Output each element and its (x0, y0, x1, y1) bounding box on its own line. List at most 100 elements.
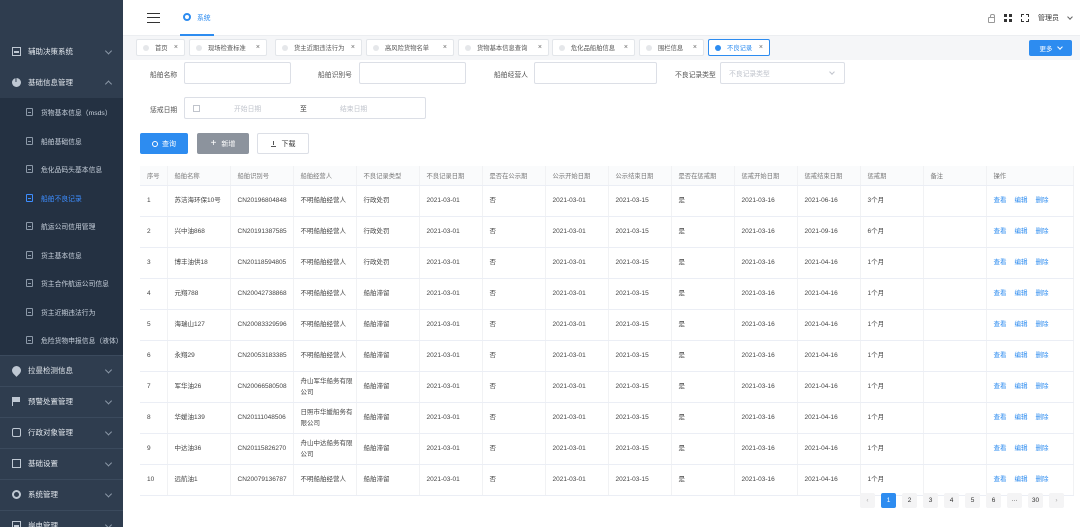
tab-2[interactable]: 货主近期违法行为 × (275, 39, 362, 56)
system-tab[interactable]: 系统 (180, 0, 214, 36)
sidebar-group-1[interactable]: 基础信息管理 (0, 67, 123, 98)
sidebar-subitem-3[interactable]: 船舶不良记录 (0, 184, 123, 213)
edit-link[interactable]: 编辑 (1015, 197, 1028, 204)
column-header: 船舶识别号 (230, 166, 294, 186)
sidebar-group-4[interactable]: 行政对象管理 (0, 416, 123, 448)
sidebar-subitem-0[interactable]: 货物基本信息（msds） (0, 98, 123, 127)
tab-3[interactable]: 高风险货物名单 × (366, 39, 454, 56)
chevron-down-icon[interactable] (1067, 13, 1073, 20)
record-type-select[interactable]: 不良记录类型 (720, 62, 845, 84)
close-icon[interactable]: × (443, 44, 447, 51)
search-button[interactable]: 查询 (140, 133, 188, 154)
sidebar-subitem-1[interactable]: 船舶基础信息 (0, 127, 123, 156)
view-link[interactable]: 查看 (994, 197, 1007, 204)
tab-1[interactable]: 现场检查标准 × (189, 39, 267, 56)
page-button[interactable]: 5 (965, 493, 980, 508)
delete-link[interactable]: 删除 (1036, 383, 1049, 390)
date-range-picker[interactable]: 开始日期 至 结束日期 (184, 97, 426, 119)
page-button[interactable]: 2 (902, 493, 917, 508)
start-date-placeholder[interactable]: 开始日期 (234, 103, 300, 113)
table-cell: 不明船舶经营人 (293, 185, 357, 217)
ship-id-input[interactable] (359, 62, 466, 84)
edit-link[interactable]: 编辑 (1015, 259, 1028, 266)
delete-link[interactable]: 删除 (1036, 197, 1049, 204)
page-button[interactable]: 1 (881, 493, 896, 508)
tab-6[interactable]: 围栏信息 × (639, 39, 704, 56)
sidebar-subitem-4[interactable]: 航运公司信用管理 (0, 212, 123, 241)
view-link[interactable]: 查看 (994, 383, 1007, 390)
page-button[interactable]: 4 (944, 493, 959, 508)
edit-link[interactable]: 编辑 (1015, 290, 1028, 297)
sidebar-group-5[interactable]: 基础设置 (0, 447, 123, 479)
edit-link[interactable]: 编辑 (1015, 352, 1028, 359)
prev-page-button[interactable]: ‹ (860, 493, 875, 508)
ship-name-input[interactable] (184, 62, 291, 84)
close-icon[interactable]: × (538, 44, 542, 51)
sidebar-subitem-2[interactable]: 危化品码头基本信息 (0, 155, 123, 184)
page-button[interactable]: 30 (1028, 493, 1043, 508)
tab-5[interactable]: 危化品船舶信息 × (552, 39, 635, 56)
close-icon[interactable]: × (174, 44, 178, 51)
lock-icon[interactable] (988, 13, 995, 23)
table-cell: 2021-03-15 (608, 247, 672, 279)
edit-link[interactable]: 编辑 (1015, 445, 1028, 452)
edit-link[interactable]: 编辑 (1015, 383, 1028, 390)
download-button[interactable]: 下载 (257, 133, 309, 154)
operator-input[interactable] (534, 62, 657, 84)
sidebar-group-6[interactable]: 系统管理 (0, 478, 123, 510)
view-link[interactable]: 查看 (994, 352, 1007, 359)
sidebar-group-7[interactable]: 岸电管理 (0, 509, 123, 527)
delete-link[interactable]: 删除 (1036, 321, 1049, 328)
apps-icon[interactable] (1004, 14, 1012, 22)
delete-link[interactable]: 删除 (1036, 352, 1049, 359)
sidebar-group-label: 岸电管理 (28, 521, 58, 527)
page-button[interactable]: 6 (986, 493, 1001, 508)
close-icon[interactable]: × (759, 44, 763, 51)
sidebar-subitem-7[interactable]: 货主近期违法行为 (0, 298, 123, 327)
user-name[interactable]: 管理员 (1038, 13, 1059, 23)
view-link[interactable]: 查看 (994, 259, 1007, 266)
edit-link[interactable]: 编辑 (1015, 228, 1028, 235)
column-header: 船舶名称 (167, 166, 231, 186)
next-page-button[interactable]: › (1049, 493, 1064, 508)
sidebar-subitem-label: 船舶不良记录 (41, 195, 82, 203)
actions-cell: 查看 编辑 删除 (986, 247, 1074, 279)
delete-link[interactable]: 删除 (1036, 476, 1049, 483)
fullscreen-icon[interactable] (1021, 14, 1029, 22)
edit-link[interactable]: 编辑 (1015, 476, 1028, 483)
delete-link[interactable]: 删除 (1036, 414, 1049, 421)
sidebar-group-3[interactable]: 预警处置管理 (0, 385, 123, 417)
edit-link[interactable]: 编辑 (1015, 321, 1028, 328)
close-icon[interactable]: × (624, 44, 628, 51)
tab-7[interactable]: 不良记录 × (708, 39, 770, 56)
sidebar-subitem-6[interactable]: 货主合作航运公司信息 (0, 269, 123, 298)
sidebar-subitem-5[interactable]: 货主基本信息 (0, 241, 123, 270)
table-cell: CN20066580508 (230, 371, 294, 403)
document-icon (26, 336, 33, 345)
sidebar-group-0[interactable]: 辅助决策系统 (0, 36, 123, 67)
page-button[interactable]: 3 (923, 493, 938, 508)
view-link[interactable]: 查看 (994, 228, 1007, 235)
page-button[interactable]: ··· (1007, 493, 1022, 508)
edit-link[interactable]: 编辑 (1015, 414, 1028, 421)
menu-toggle-icon[interactable] (147, 12, 160, 23)
end-date-placeholder[interactable]: 结束日期 (340, 103, 367, 113)
view-link[interactable]: 查看 (994, 445, 1007, 452)
add-button[interactable]: + 新增 (197, 133, 249, 154)
delete-link[interactable]: 删除 (1036, 445, 1049, 452)
view-link[interactable]: 查看 (994, 414, 1007, 421)
delete-link[interactable]: 删除 (1036, 259, 1049, 266)
close-icon[interactable]: × (351, 44, 355, 51)
delete-link[interactable]: 删除 (1036, 228, 1049, 235)
tab-0[interactable]: 首页 × (136, 39, 185, 56)
sidebar-subitem-8[interactable]: 危险货物申报信息（液体） (0, 326, 123, 355)
view-link[interactable]: 查看 (994, 321, 1007, 328)
tab-4[interactable]: 货物基本信息查询 × (458, 39, 549, 56)
more-button[interactable]: 更多 (1029, 40, 1072, 56)
close-icon[interactable]: × (693, 44, 697, 51)
view-link[interactable]: 查看 (994, 476, 1007, 483)
view-link[interactable]: 查看 (994, 290, 1007, 297)
sidebar-group-2[interactable]: 拉曼检测信息 (0, 354, 123, 386)
close-icon[interactable]: × (256, 44, 260, 51)
delete-link[interactable]: 删除 (1036, 290, 1049, 297)
